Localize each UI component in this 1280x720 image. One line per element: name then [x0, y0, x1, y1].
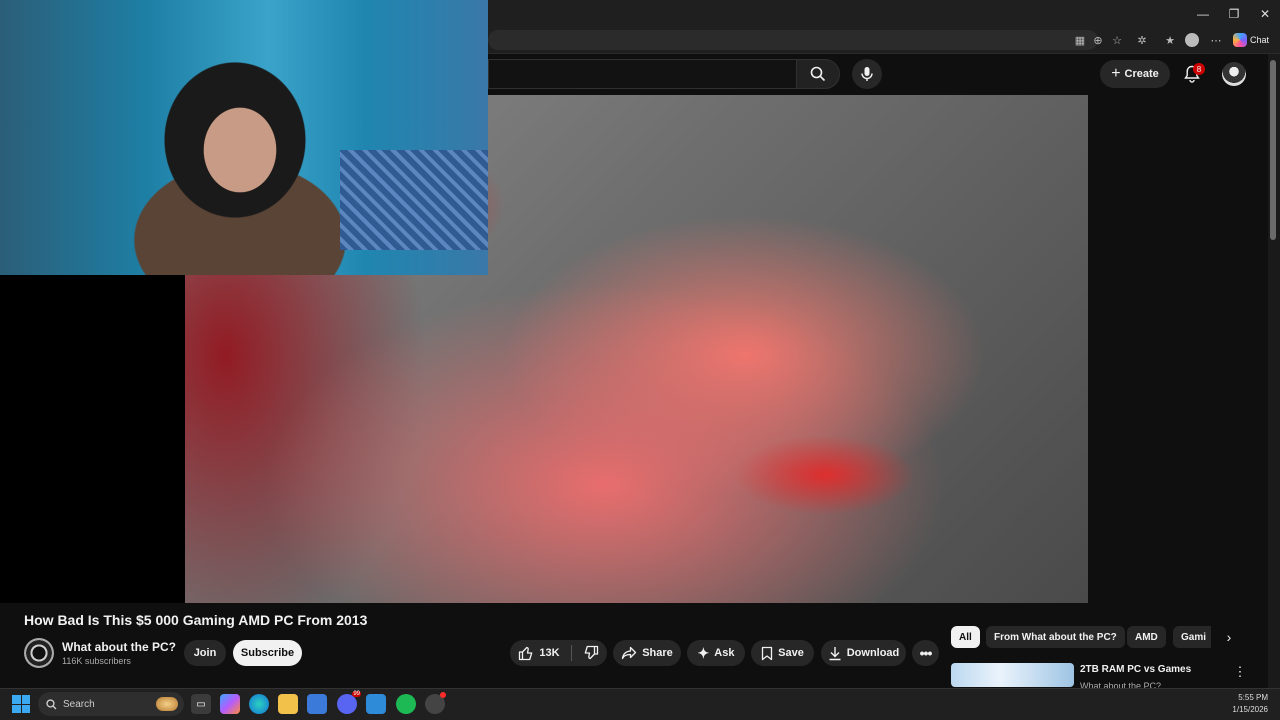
- channel-avatar[interactable]: [24, 638, 54, 668]
- store-icon[interactable]: [307, 694, 327, 714]
- clock-time[interactable]: 5:55 PM: [1226, 693, 1268, 702]
- copilot-icon: [1233, 33, 1247, 47]
- favorite-star-icon[interactable]: ☆: [1109, 32, 1125, 48]
- join-button[interactable]: Join: [184, 640, 226, 666]
- copilot-app-icon[interactable]: [220, 694, 240, 714]
- bookmark-icon: [761, 646, 773, 660]
- more-horizontal-icon: •••: [919, 645, 933, 661]
- spotify-icon[interactable]: [396, 694, 416, 714]
- restore-button[interactable]: ❐: [1219, 0, 1249, 28]
- save-button[interactable]: Save: [751, 640, 814, 666]
- save-label: Save: [778, 647, 804, 659]
- copilot-chat-button[interactable]: Chat: [1230, 30, 1276, 50]
- plus-icon: +: [1111, 65, 1121, 82]
- scrollbar-thumb[interactable]: [1270, 60, 1276, 240]
- like-dislike-group: 13K: [510, 640, 607, 666]
- discord-icon[interactable]: 99: [337, 691, 361, 714]
- discord-badge: 99: [352, 691, 361, 697]
- sparkle-icon: ✦: [697, 644, 710, 661]
- download-label: Download: [846, 647, 900, 659]
- search-highlight-icon: [156, 697, 178, 711]
- search-input[interactable]: [488, 59, 796, 89]
- ask-label: Ask: [714, 647, 735, 659]
- clock-date[interactable]: 1/15/2026: [1218, 705, 1268, 714]
- video-title: How Bad Is This $5 000 Gaming AMD PC Fro…: [24, 612, 368, 628]
- share-label: Share: [642, 647, 673, 659]
- webcam-background-bed: [340, 150, 488, 250]
- ask-button[interactable]: ✦ Ask: [687, 640, 745, 666]
- file-explorer-icon[interactable]: [278, 694, 298, 714]
- recording-dot: [440, 692, 446, 698]
- windows-start-icon[interactable]: [12, 695, 30, 713]
- thumbs-down-icon: [584, 645, 598, 660]
- chat-label: Chat: [1250, 35, 1270, 45]
- create-label: Create: [1124, 68, 1159, 80]
- download-icon: [829, 646, 841, 660]
- download-button[interactable]: Download: [821, 640, 906, 666]
- address-bar[interactable]: [488, 30, 1098, 50]
- recommendation-channel: What about the PC?: [1080, 681, 1162, 688]
- like-count: 13K: [539, 647, 560, 659]
- edge-browser-icon[interactable]: [249, 694, 269, 714]
- favorites-list-icon[interactable]: ★: [1162, 32, 1178, 48]
- profile-icon[interactable]: [1184, 32, 1200, 48]
- recommendation-title[interactable]: 2TB RAM PC vs Games: [1080, 664, 1191, 675]
- chip-all[interactable]: All: [951, 626, 980, 648]
- share-button[interactable]: Share: [613, 640, 681, 666]
- notification-count-badge: 8: [1193, 63, 1205, 75]
- photos-app-icon[interactable]: [366, 694, 386, 714]
- account-avatar[interactable]: [1222, 62, 1246, 86]
- more-vertical-icon[interactable]: ⋮: [1232, 664, 1248, 680]
- chip-gaming[interactable]: Gami: [1173, 626, 1211, 648]
- subscriber-count: 116K subscribers: [62, 656, 131, 666]
- taskbar-search-label: Search: [63, 698, 95, 710]
- search-button[interactable]: [796, 59, 840, 89]
- channel-name[interactable]: What about the PC?: [62, 640, 176, 654]
- like-button[interactable]: 13K: [518, 645, 560, 661]
- taskbar-search[interactable]: Search: [38, 692, 184, 716]
- thumbs-up-icon: [519, 646, 533, 661]
- minimize-button[interactable]: —: [1188, 0, 1218, 28]
- create-button[interactable]: + Create: [1100, 60, 1170, 88]
- close-window-button[interactable]: ✕: [1250, 0, 1280, 28]
- search-icon: [46, 698, 57, 709]
- extensions-icon[interactable]: ✲: [1134, 32, 1150, 48]
- voice-search-button[interactable]: [852, 59, 882, 89]
- zoom-icon[interactable]: ⊕: [1090, 32, 1106, 48]
- dislike-button[interactable]: [583, 645, 599, 661]
- obs-icon[interactable]: [425, 692, 446, 714]
- like-divider: [570, 645, 572, 661]
- webcam-overlay: [0, 0, 488, 275]
- browser-menu-icon[interactable]: ⋯: [1208, 32, 1224, 48]
- task-view-icon[interactable]: ▭: [191, 694, 211, 714]
- chip-amd[interactable]: AMD: [1127, 626, 1166, 648]
- chevron-right-icon[interactable]: ›: [1220, 628, 1238, 646]
- share-icon: [622, 646, 637, 660]
- recommendation-thumbnail[interactable]: [951, 663, 1074, 687]
- more-actions-button[interactable]: •••: [912, 640, 939, 666]
- microphone-icon: [861, 67, 873, 81]
- chip-from-channel[interactable]: From What about the PC?: [986, 626, 1125, 648]
- subscribe-button[interactable]: Subscribe: [233, 640, 302, 666]
- search-icon: [810, 66, 826, 82]
- reader-view-icon[interactable]: ▦: [1072, 32, 1088, 48]
